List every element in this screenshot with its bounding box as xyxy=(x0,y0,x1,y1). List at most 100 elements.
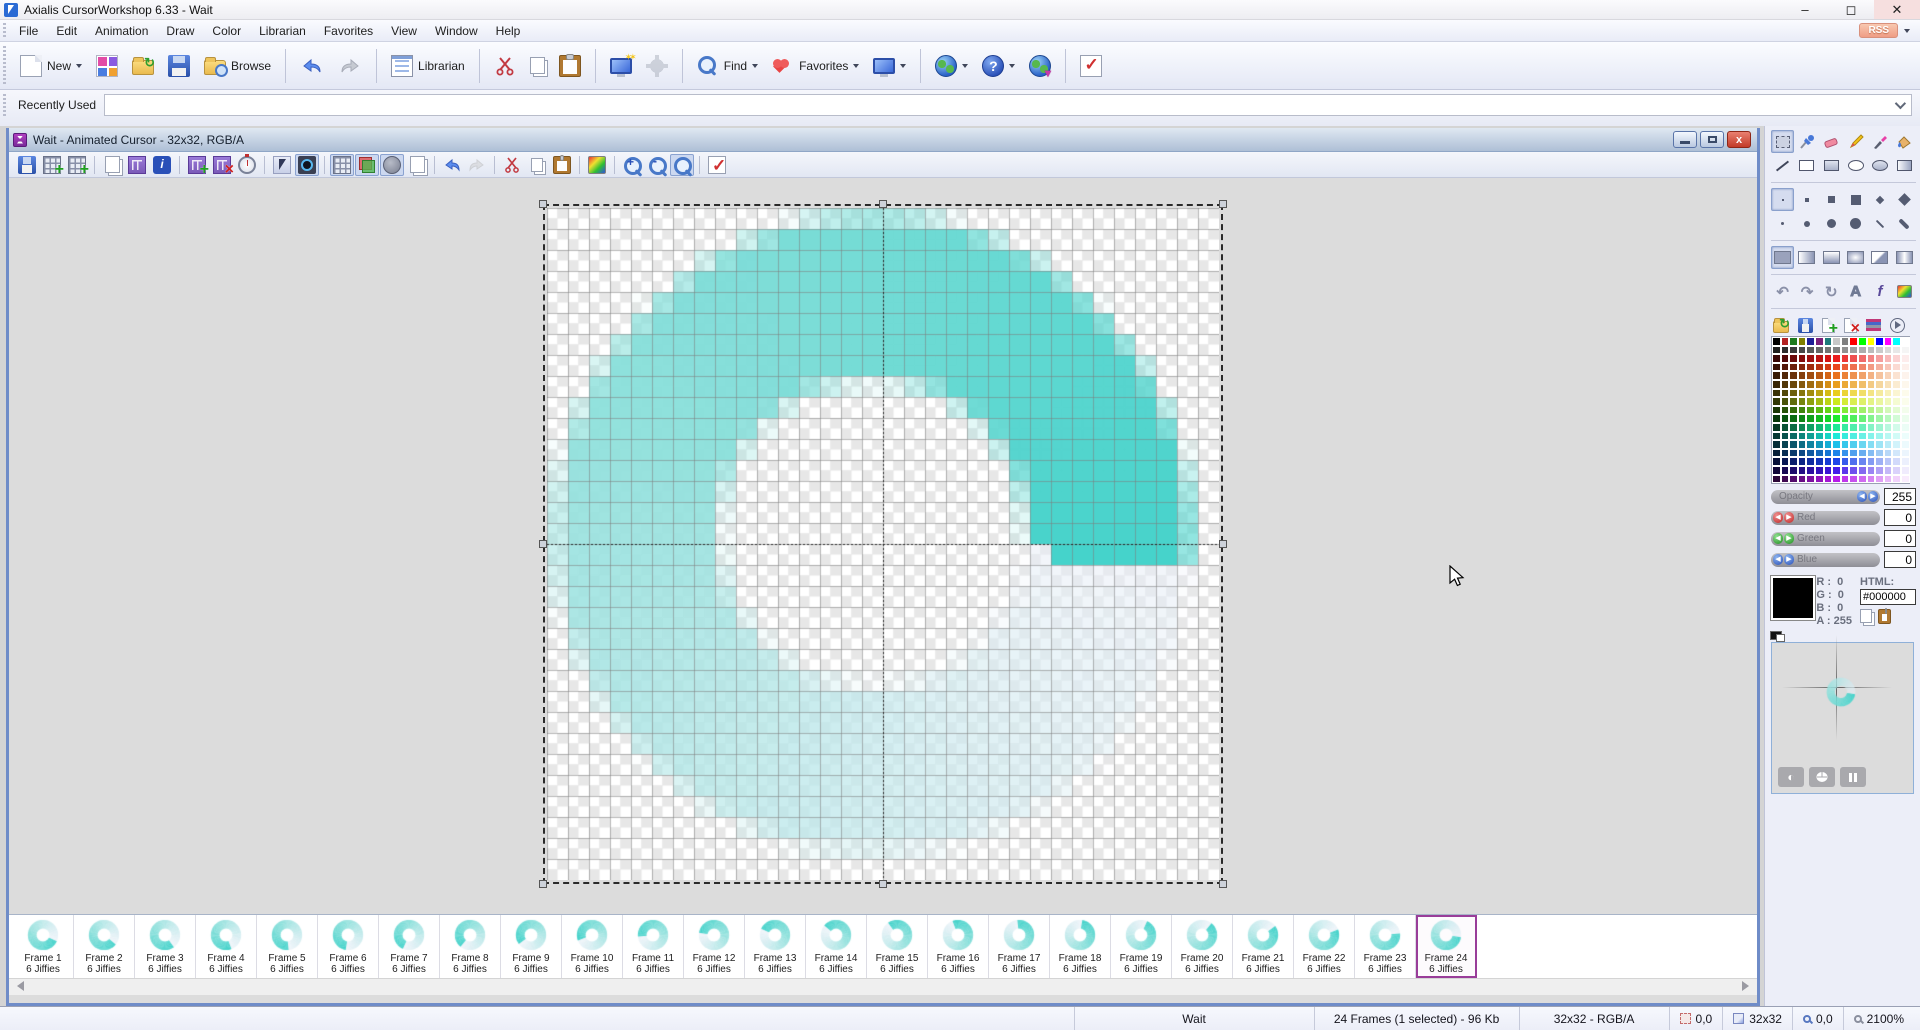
frame-thumbnail-9[interactable]: Frame 96 Jiffies xyxy=(501,915,562,978)
help-dropdown-icon[interactable] xyxy=(1009,64,1015,68)
palette-swatch[interactable] xyxy=(1849,475,1858,484)
frame-thumbnail-5[interactable]: Frame 56 Jiffies xyxy=(257,915,318,978)
palette-swatch[interactable] xyxy=(1806,363,1815,372)
palette-swatch[interactable] xyxy=(1858,389,1867,398)
doc-copy-button[interactable] xyxy=(525,154,549,176)
scroll-right-icon[interactable] xyxy=(1742,981,1749,991)
toggle-window-button[interactable] xyxy=(405,154,429,176)
palette-swatch[interactable] xyxy=(1858,423,1867,432)
html-color-value[interactable]: #000000 xyxy=(1860,589,1916,605)
palette-swatch[interactable] xyxy=(1832,397,1841,406)
palette-swatch[interactable] xyxy=(1858,475,1867,484)
palette-swatch[interactable] xyxy=(1841,432,1850,441)
palette-swatch[interactable] xyxy=(1892,440,1901,449)
palette-swatch[interactable] xyxy=(1849,337,1858,346)
palette-swatch[interactable] xyxy=(1772,346,1781,355)
palette-swatch[interactable] xyxy=(1806,337,1815,346)
pixel-editor[interactable] xyxy=(547,208,1219,880)
palette-swatch[interactable] xyxy=(1806,380,1815,389)
toggle-overlay-button[interactable] xyxy=(355,154,379,176)
blue-value[interactable]: 0 xyxy=(1884,551,1916,568)
palette-swatch[interactable] xyxy=(1789,423,1798,432)
palette-swatch[interactable] xyxy=(1841,363,1850,372)
palette-swatch[interactable] xyxy=(1875,457,1884,466)
frame-thumbnail-19[interactable]: Frame 196 Jiffies xyxy=(1111,915,1172,978)
web-update-button[interactable] xyxy=(1023,51,1057,81)
frame-thumbnail-10[interactable]: Frame 106 Jiffies xyxy=(562,915,623,978)
brush-size-7[interactable] xyxy=(1771,212,1794,235)
palette-swatch[interactable] xyxy=(1832,337,1841,346)
web-dropdown-icon[interactable] xyxy=(962,64,968,68)
frame-thumbnail-6[interactable]: Frame 66 Jiffies xyxy=(318,915,379,978)
doc-save-button[interactable] xyxy=(15,154,39,176)
palette-swatch[interactable] xyxy=(1875,371,1884,380)
blue-dec-icon[interactable]: ◀ xyxy=(1773,554,1783,565)
brush-size-3[interactable] xyxy=(1820,188,1843,211)
opacity-inc-icon[interactable]: ▶ xyxy=(1868,491,1878,502)
save-button[interactable] xyxy=(162,51,196,81)
frame-thumbnail-15[interactable]: Frame 156 Jiffies xyxy=(867,915,928,978)
palette-swatch[interactable] xyxy=(1781,423,1790,432)
palette-swatch[interactable] xyxy=(1772,380,1781,389)
palette-swatch[interactable] xyxy=(1789,354,1798,363)
brush-size-10[interactable] xyxy=(1844,212,1867,235)
palette-swatch[interactable] xyxy=(1781,440,1790,449)
web-button[interactable] xyxy=(929,51,974,81)
palette-swatch[interactable] xyxy=(1884,354,1893,363)
frame-thumbnail-1[interactable]: Frame 16 Jiffies xyxy=(13,915,74,978)
palette-swatch[interactable] xyxy=(1832,423,1841,432)
menu-help[interactable]: Help xyxy=(487,22,530,40)
selection-handle[interactable] xyxy=(539,540,547,548)
palette-swatch[interactable] xyxy=(1901,397,1910,406)
toggle-grid-button[interactable] xyxy=(330,154,354,176)
menu-animation[interactable]: Animation xyxy=(86,22,157,40)
palette-swatch[interactable] xyxy=(1858,406,1867,415)
palette-swatch[interactable] xyxy=(1815,337,1824,346)
palette-swatch[interactable] xyxy=(1901,457,1910,466)
palette-swatch[interactable] xyxy=(1772,449,1781,458)
palette-swatch[interactable] xyxy=(1858,449,1867,458)
palette-swatch[interactable] xyxy=(1901,475,1910,484)
line-tool[interactable] xyxy=(1771,154,1794,177)
palette-swatch[interactable] xyxy=(1832,354,1841,363)
palette-swatch[interactable] xyxy=(1781,457,1790,466)
doc-minimize-button[interactable] xyxy=(1673,131,1697,148)
palette-swatch[interactable] xyxy=(1798,475,1807,484)
palette-swatch[interactable] xyxy=(1892,423,1901,432)
cut-button[interactable] xyxy=(488,51,522,81)
toggle-mask-button[interactable] xyxy=(380,154,404,176)
palette-swatch[interactable] xyxy=(1815,363,1824,372)
find-dropdown-icon[interactable] xyxy=(752,64,758,68)
palette-swatch[interactable] xyxy=(1789,337,1798,346)
palette-swatch[interactable] xyxy=(1832,380,1841,389)
palette-swatch[interactable] xyxy=(1892,380,1901,389)
palette-swatch[interactable] xyxy=(1781,466,1790,475)
palette-swatch[interactable] xyxy=(1772,397,1781,406)
set-hotspot-button[interactable] xyxy=(295,154,319,176)
palette-swatch[interactable] xyxy=(1789,346,1798,355)
palette-swatch[interactable] xyxy=(1815,389,1824,398)
palette-swatch[interactable] xyxy=(1806,354,1815,363)
palette-swatch[interactable] xyxy=(1901,346,1910,355)
frame-thumbnail-22[interactable]: Frame 226 Jiffies xyxy=(1294,915,1355,978)
palette-swatch[interactable] xyxy=(1849,466,1858,475)
palette-swatch[interactable] xyxy=(1901,414,1910,423)
palette-swatch[interactable] xyxy=(1867,346,1876,355)
palette-swatch[interactable] xyxy=(1781,354,1790,363)
palette-swatch[interactable] xyxy=(1815,457,1824,466)
palette-swatch[interactable] xyxy=(1806,389,1815,398)
palette-swatch[interactable] xyxy=(1815,380,1824,389)
palette-swatch[interactable] xyxy=(1789,397,1798,406)
palette-swatch[interactable] xyxy=(1824,380,1833,389)
green-dec-icon[interactable]: ◀ xyxy=(1773,533,1783,544)
properties-button[interactable]: i xyxy=(150,154,174,176)
palette-swatch[interactable] xyxy=(1901,406,1910,415)
palette-swatch[interactable] xyxy=(1832,440,1841,449)
palette-swatch[interactable] xyxy=(1849,397,1858,406)
palette-swatch[interactable] xyxy=(1832,457,1841,466)
palette-swatch[interactable] xyxy=(1832,449,1841,458)
palette-swatch[interactable] xyxy=(1824,449,1833,458)
palette-swatch[interactable] xyxy=(1901,466,1910,475)
palette-swatch[interactable] xyxy=(1867,389,1876,398)
palette-swatch[interactable] xyxy=(1798,432,1807,441)
